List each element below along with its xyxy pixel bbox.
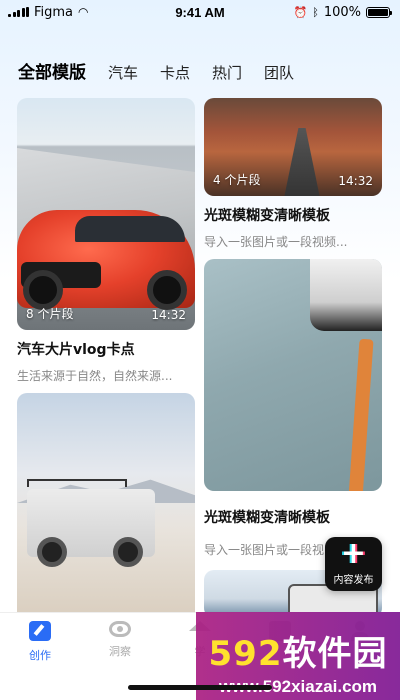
status-right: ⏰ ᛒ 100% <box>293 4 392 20</box>
status-bar: Figma ◠ 9:41 AM ⏰ ᛒ 100% <box>0 0 400 24</box>
card-title: 汽车大片vlog卡点 <box>17 342 135 358</box>
battery-icon <box>366 6 392 18</box>
segment-count: 4 个片段 <box>213 173 261 187</box>
duration: 14:32 <box>151 308 186 322</box>
clock: 9:41 AM <box>175 4 225 20</box>
alarm-icon: ⏰ <box>293 5 308 19</box>
watermark-number: 592 <box>208 634 283 674</box>
card-description: 导入一张图片或一段视频... <box>204 543 324 557</box>
card-title: 光斑模糊变清晰模板 <box>204 208 330 224</box>
signal-icon <box>8 7 29 17</box>
duration: 14:32 <box>338 174 373 188</box>
nav-label: 创作 <box>29 649 51 662</box>
card-title: 光斑模糊变清晰模板 <box>204 510 330 526</box>
nav-item-create[interactable]: 创作 <box>5 621 75 700</box>
truck-image <box>27 479 155 567</box>
template-card[interactable]: 8 个片段 14:32 汽车大片vlog卡点 生活来源于自然，自然来源... <box>17 98 195 384</box>
tab-team[interactable]: 团队 <box>264 62 294 83</box>
watermark-name: 软件园 <box>282 634 388 674</box>
edit-icon <box>29 621 51 641</box>
publish-button[interactable]: + 内容发布 <box>325 537 382 591</box>
carrier-label: Figma <box>34 4 74 20</box>
car-image <box>17 210 195 310</box>
plus-icon: + <box>340 536 367 571</box>
home-indicator <box>128 685 272 690</box>
tab-car[interactable]: 汽车 <box>108 62 138 83</box>
category-tabs: 全部模版 汽车 卡点 热门 团队 <box>18 58 294 83</box>
tab-beat[interactable]: 卡点 <box>160 62 190 83</box>
card-thumbnail[interactable] <box>17 393 195 623</box>
template-card[interactable]: 光斑模糊变清晰模板 导入一张图片或一段视频... <box>204 259 382 558</box>
template-card[interactable] <box>17 393 195 623</box>
nav-label: 洞察 <box>109 645 131 658</box>
watermark-logo: 592软件园 <box>196 626 400 675</box>
bluetooth-icon: ᛒ <box>312 5 319 19</box>
status-left: Figma ◠ <box>8 5 89 20</box>
eye-icon <box>109 621 131 637</box>
card-thumbnail[interactable] <box>204 259 382 491</box>
template-card[interactable]: 4 个片段 14:32 光斑模糊变清晰模板 导入一张图片或一段视频... <box>204 98 382 250</box>
card-description: 生活来源于自然，自然来源... <box>17 369 173 383</box>
wifi-icon: ◠ <box>78 5 89 19</box>
card-thumbnail[interactable]: 8 个片段 14:32 <box>17 98 195 330</box>
tab-all-templates[interactable]: 全部模版 <box>18 58 86 83</box>
card-thumbnail[interactable]: 4 个片段 14:32 <box>204 98 382 196</box>
battery-percent: 100% <box>323 4 361 20</box>
segment-count: 8 个片段 <box>26 307 74 321</box>
tab-hot[interactable]: 热门 <box>212 62 242 83</box>
publish-label: 内容发布 <box>333 575 374 586</box>
card-description: 导入一张图片或一段视频... <box>204 235 348 249</box>
